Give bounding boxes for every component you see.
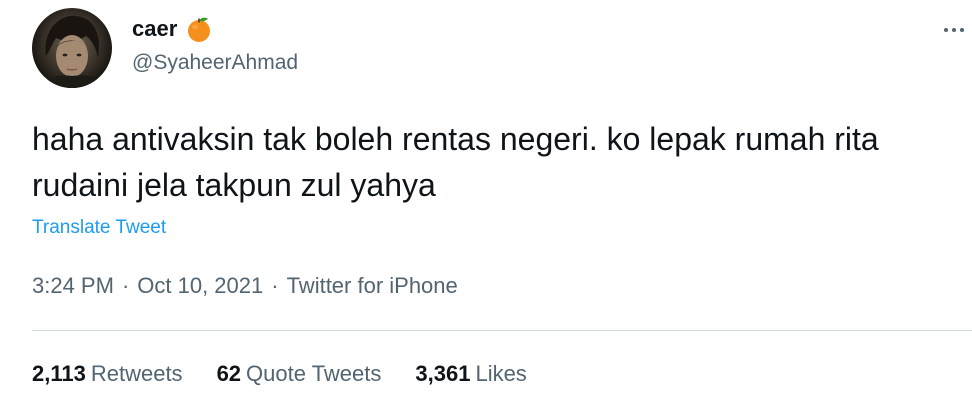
likes-count: 3,361 [415, 361, 471, 386]
quote-tweets-count: 62 [216, 361, 242, 386]
user-handle[interactable]: @SyaheerAhmad [132, 48, 298, 78]
retweets-count: 2,113 [32, 361, 86, 386]
divider [32, 330, 972, 331]
meta-separator: · [121, 273, 130, 298]
tweet-meta: 3:24 PM · Oct 10, 2021 · Twitter for iPhone [32, 270, 458, 302]
orange-icon [185, 15, 213, 43]
more-options-icon[interactable] [944, 22, 972, 38]
retweets-label: Retweets [90, 361, 183, 386]
quote-tweets-label: Quote Tweets [246, 361, 382, 386]
translate-tweet-link[interactable]: Translate Tweet [32, 214, 166, 242]
tweet-source-link[interactable]: Twitter for iPhone [287, 273, 458, 298]
avatar[interactable] [32, 8, 112, 88]
tweet-time[interactable]: 3:24 PM [32, 273, 114, 298]
display-name[interactable]: caer [132, 12, 177, 46]
tweet-card: caer @SyaheerAhmad haha antivaksin tak b… [0, 0, 972, 406]
tweet-text: haha antivaksin tak boleh rentas negeri.… [32, 121, 879, 203]
quote-tweets-stat[interactable]: 62 Quote Tweets [217, 358, 382, 390]
tweet-stats: 2,113 Retweets 62 Quote Tweets 3,361 Likes [32, 358, 527, 390]
likes-stat[interactable]: 3,361 Likes [415, 358, 526, 390]
display-name-row: caer [132, 12, 213, 46]
tweet-date[interactable]: Oct 10, 2021 [137, 273, 263, 298]
likes-label: Likes [475, 361, 527, 386]
meta-separator: · [271, 273, 279, 298]
retweets-stat[interactable]: 2,113 Retweets [32, 358, 183, 390]
